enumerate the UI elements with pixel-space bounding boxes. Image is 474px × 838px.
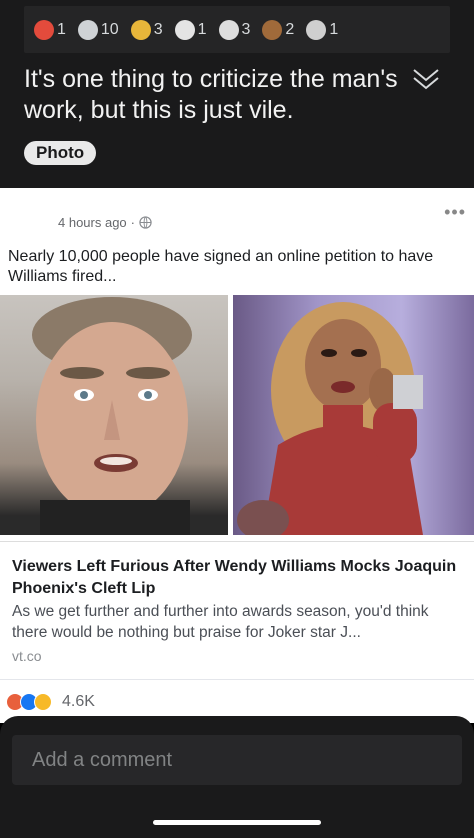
post-caption: Nearly 10,000 people have signed an onli… bbox=[8, 248, 434, 285]
gold-award-icon bbox=[130, 19, 151, 40]
link-domain: vt.co bbox=[12, 648, 42, 664]
award-item[interactable]: 10 bbox=[77, 19, 119, 40]
wholesome-award-icon bbox=[306, 19, 327, 40]
photo-man[interactable] bbox=[0, 295, 228, 535]
link-preview[interactable]: Viewers Left Furious After Wendy William… bbox=[0, 541, 474, 679]
photo-woman[interactable] bbox=[233, 295, 474, 535]
post-flair[interactable]: Photo bbox=[24, 141, 97, 165]
facepalm-award-icon bbox=[174, 19, 195, 40]
post-title: It's one thing to criticize the man's wo… bbox=[24, 65, 398, 124]
hugz-award-icon bbox=[218, 19, 239, 40]
award-item[interactable]: 2 bbox=[262, 19, 295, 40]
post-time: 4 hours ago bbox=[58, 215, 127, 230]
photo-collage[interactable] bbox=[0, 295, 474, 535]
award-item[interactable]: 1 bbox=[306, 19, 339, 40]
wow-reaction-icon bbox=[34, 692, 52, 711]
award-count: 3 bbox=[241, 20, 251, 38]
award-item[interactable]: 3 bbox=[130, 19, 163, 40]
award-item[interactable]: 3 bbox=[218, 19, 251, 40]
reaction-icons bbox=[6, 692, 58, 711]
award-item[interactable]: 1 bbox=[174, 19, 207, 40]
home-indicator[interactable] bbox=[153, 820, 321, 825]
award-count: 3 bbox=[153, 20, 163, 38]
awards-bar[interactable]: 1 10 3 1 3 2 1 bbox=[24, 6, 450, 53]
link-title[interactable]: Viewers Left Furious After Wendy William… bbox=[12, 556, 462, 600]
helpful-award-icon bbox=[34, 19, 54, 40]
reaction-count: 4.6K bbox=[62, 692, 95, 710]
add-comment-input[interactable]: Add a comment bbox=[12, 735, 462, 785]
post-meta: 4 hours ago · bbox=[58, 215, 152, 230]
meta-separator: · bbox=[130, 215, 136, 230]
poop-award-icon bbox=[262, 19, 283, 40]
award-count: 10 bbox=[100, 20, 119, 38]
award-count: 2 bbox=[285, 20, 295, 38]
collapse-icon[interactable] bbox=[410, 64, 442, 96]
comment-bar: Add a comment bbox=[0, 716, 474, 838]
post-header: 1 10 3 1 3 2 1 It's one thing to criticize the… bbox=[0, 0, 474, 188]
globe-icon bbox=[139, 216, 152, 229]
award-count: 1 bbox=[197, 20, 207, 38]
more-options-icon[interactable]: ••• bbox=[444, 202, 466, 223]
silver-award-icon bbox=[77, 19, 98, 40]
award-count: 1 bbox=[329, 20, 339, 38]
embedded-post-image[interactable]: ••• 4 hours ago · Nearly 10,000 people h… bbox=[0, 188, 474, 723]
award-count: 1 bbox=[57, 20, 66, 38]
award-item[interactable]: 1 bbox=[34, 19, 66, 40]
link-description: As we get further and further into award… bbox=[12, 603, 429, 641]
